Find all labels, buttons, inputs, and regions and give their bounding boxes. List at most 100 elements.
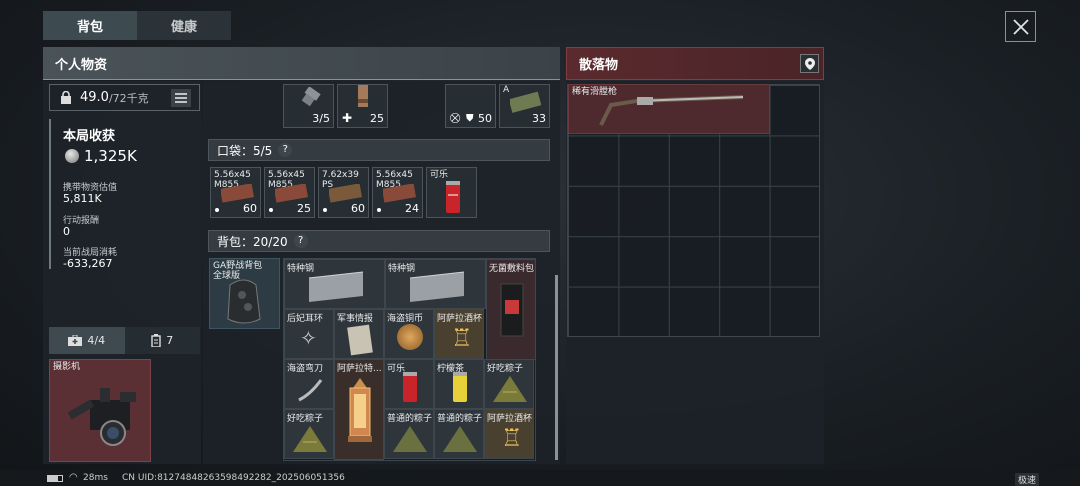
item-label: 海盗铜币 (387, 314, 424, 324)
steel-ingot-icon (409, 271, 465, 302)
pocket-slot[interactable]: 可乐 (426, 167, 477, 218)
backpack-item-steel[interactable]: 特种钢 (385, 259, 486, 309)
personal-supplies-header: 个人物资 (43, 47, 560, 80)
top-item-1[interactable]: 3/5 (283, 84, 334, 128)
steel-ingot-icon (308, 271, 364, 302)
list-view-button[interactable] (171, 88, 191, 107)
top-item-4-label: A (503, 85, 510, 95)
pocket-slot[interactable]: 5.56x45 M855 25 (264, 167, 315, 218)
ammo-dot-icon (215, 208, 219, 212)
weight-current: 49.0 (80, 90, 109, 105)
item-label: 普通的粽子 (437, 414, 483, 424)
armor-broken-icon: ⛒ (450, 113, 461, 124)
backpack-item-goblet[interactable]: 阿萨拉酒杯 ♖ (484, 409, 534, 459)
item-label: 后妃耳环 (287, 314, 324, 324)
stock-part-icon (301, 87, 321, 107)
weight-max: /72千克 (108, 91, 149, 105)
backpack-item-sterile-dressing[interactable]: 无菌敷料包 (486, 259, 536, 360)
pocket-slot[interactable]: 5.56x45 M855 60 (210, 167, 261, 218)
backpack-item-cola[interactable]: 可乐 (384, 359, 434, 409)
item-label: 普通的粽子 (387, 414, 433, 424)
pockets-title: 口袋：5/5 (217, 143, 273, 158)
ammo-box-icon (275, 184, 308, 203)
backpack-item-intel[interactable]: 军事情报 (334, 309, 384, 359)
zongzi-icon (393, 426, 427, 452)
backpack-item-zongzi[interactable]: 好吃粽子 (284, 409, 334, 459)
location-pin-button[interactable] (800, 54, 819, 73)
wifi-icon: ◠ (69, 472, 78, 483)
lock-icon (61, 91, 71, 104)
ammo-dot-icon (377, 208, 381, 212)
pocket-slot[interactable]: 5.56x45 M855 24 (372, 167, 423, 218)
top-item-2[interactable]: ✚ 25 (337, 84, 388, 128)
tab-health[interactable]: 健康 (137, 11, 231, 40)
item-label: 阿萨拉酒杯 (437, 314, 483, 324)
health-plus-icon: ✚ (342, 111, 353, 125)
camera-slot[interactable]: 摄影机 (49, 359, 151, 462)
backpack-help-icon[interactable]: ? (293, 234, 308, 248)
top-item-4-count: 33 (532, 112, 546, 125)
loot-item-musket[interactable]: 稀有滑膛枪 (568, 84, 770, 134)
lantern-icon (348, 378, 372, 442)
backpack-item-plain-zongzi[interactable]: 普通的粽子 (434, 409, 484, 459)
speed-badge: 极速 (1015, 473, 1040, 486)
backpack-item-pirate-coin[interactable]: 海盗铜币 (384, 309, 434, 359)
ammo-box-icon (383, 184, 416, 203)
inventory-scrollbar[interactable] (555, 275, 558, 460)
item-label: 无菌敷料包 (489, 264, 535, 274)
top-item-4[interactable]: A 33 (499, 84, 550, 128)
item-label: 好吃粽子 (487, 364, 524, 374)
close-icon (1012, 18, 1029, 35)
tab-backpack[interactable]: 背包 (43, 11, 137, 40)
ammo-box-icon (329, 184, 362, 203)
backpack-item-goblet[interactable]: 阿萨拉酒杯 ♖ (434, 309, 484, 359)
grenade-icon (358, 85, 368, 107)
loot-title: 散落物 (579, 58, 619, 73)
pockets-header: 口袋：5/5 ? (208, 139, 550, 161)
pocket-item-label: 可乐 (430, 170, 449, 180)
pocket-item-count: 60 (243, 202, 257, 215)
ping-text: 28ms (83, 473, 108, 483)
tab-ammo[interactable]: 7 (124, 327, 200, 354)
pocket-slot[interactable]: 7.62x39 PS 60 (318, 167, 369, 218)
equip-tab-bar: 4/4 7 (49, 327, 200, 354)
backpack-item-steel[interactable]: 特种钢 (284, 259, 385, 309)
goblet-icon: ♖ (501, 424, 523, 452)
ammo-dot-icon (323, 208, 327, 212)
intel-document-icon (347, 324, 373, 356)
uid-text: CN UID:81274848263598492282_202506051356 (122, 473, 345, 483)
medical-pack-icon (500, 283, 524, 337)
tab-kit[interactable]: 4/4 (49, 327, 125, 354)
top-item-3[interactable]: ⛒ ⛊ 50 (445, 84, 496, 128)
ammo-box-icon (151, 334, 161, 347)
location-pin-icon (804, 57, 815, 70)
coin-icon (397, 324, 423, 350)
carry-value: 5,811K (63, 192, 102, 205)
medkit-icon (68, 335, 83, 346)
backpack-item-plain-zongzi[interactable]: 普通的粽子 (384, 409, 434, 459)
zongzi-icon (443, 426, 477, 452)
battery-icon (47, 475, 63, 482)
backpack-item-earring[interactable]: 后妃耳环 ✧ (284, 309, 334, 359)
cola-can-icon (446, 181, 460, 213)
action-reward-value: 0 (63, 225, 70, 238)
backpack-item-lemon-tea[interactable]: 柠檬茶 (434, 359, 484, 409)
item-label: 军事情报 (337, 314, 374, 324)
top-item-3-count: 50 (478, 112, 492, 125)
pockets-help-icon[interactable]: ? (278, 143, 293, 157)
backpack-item-zongzi[interactable]: 好吃粽子 (484, 359, 534, 409)
ammo-crate-icon (510, 91, 542, 113)
camera-label: 摄影机 (53, 362, 81, 372)
backpack-container-slot[interactable]: GA野战背包 全球版 (209, 258, 280, 329)
earnings-title: 本局收获 (63, 129, 116, 144)
backpack-item-asala-lantern[interactable]: 阿萨拉特... (334, 359, 384, 460)
ammo-count: 7 (166, 334, 174, 347)
close-button[interactable] (1005, 11, 1036, 42)
kit-count: 4/4 (87, 334, 106, 347)
backpack-grid: 特种钢 特种钢 无菌敷料包 后妃耳环 ✧ 军事情报 海盗铜币 阿萨拉酒杯 ♖ 海… (283, 258, 536, 461)
backpack-title: 背包：20/20 (217, 234, 288, 249)
goblet-icon: ♖ (451, 324, 473, 352)
backpack-header: 背包：20/20 ? (208, 230, 550, 252)
backpack-item-pirate-sabre[interactable]: 海盗弯刀 (284, 359, 334, 409)
ammo-dot-icon (269, 208, 273, 212)
